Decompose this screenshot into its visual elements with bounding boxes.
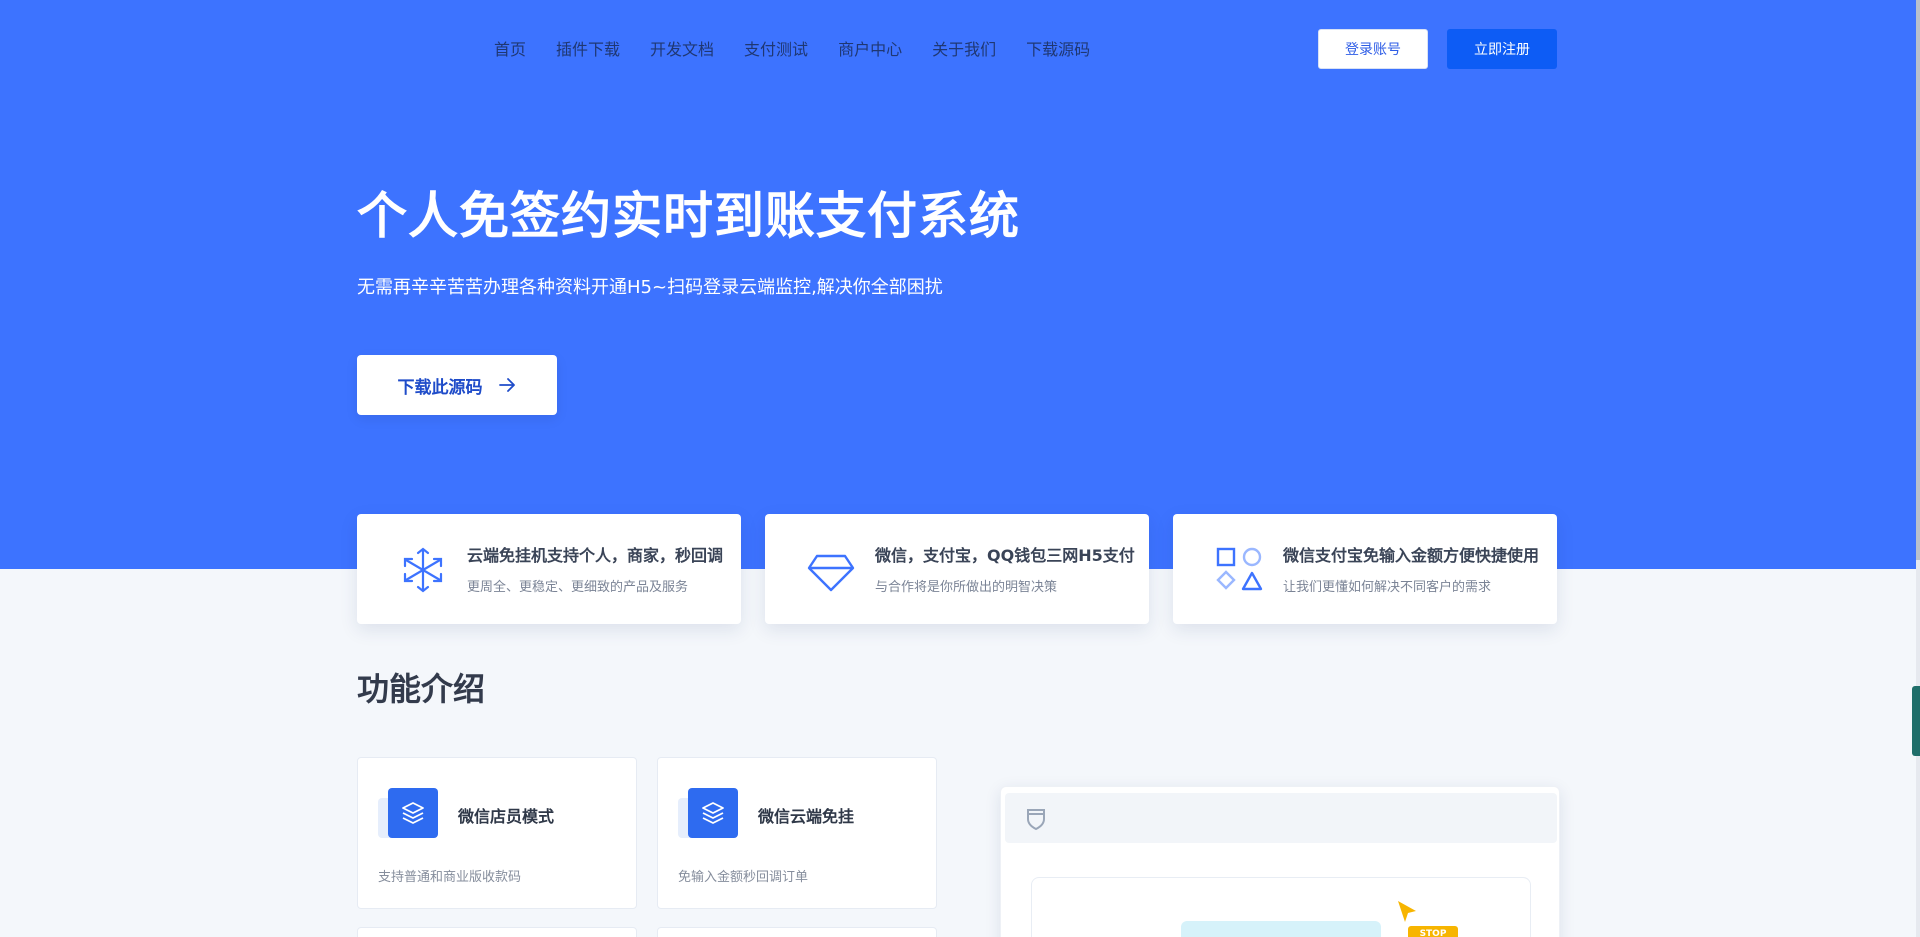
feature-desc: 与合作将是你所做出的明智决策 bbox=[875, 580, 1058, 595]
arrow-right-icon bbox=[498, 378, 515, 392]
preview-block bbox=[1181, 921, 1381, 937]
nav-link-source[interactable]: 下载源码 bbox=[1026, 36, 1090, 60]
function-card-partial bbox=[357, 927, 637, 937]
feature-card-no-amount: 微信支付宝免输入金额方便快捷使用 让我们更懂如何解决不同客户的需求 bbox=[1173, 514, 1557, 624]
register-button[interactable]: 立即注册 bbox=[1447, 29, 1557, 69]
preview-toolbar bbox=[1005, 793, 1557, 843]
cursor-icon bbox=[1398, 901, 1416, 922]
nav-link-merchant[interactable]: 商户中心 bbox=[838, 36, 902, 60]
feature-card-payment: 微信，支付宝，QQ钱包三网H5支付 与合作将是你所做出的明智决策 bbox=[765, 514, 1149, 624]
login-button[interactable]: 登录账号 bbox=[1318, 29, 1428, 69]
download-source-button[interactable]: 下载此源码 bbox=[357, 355, 557, 415]
page-scrollbar[interactable] bbox=[1916, 0, 1920, 937]
nav-links: 首页 插件下载 开发文档 支付测试 商户中心 关于我们 下载源码 bbox=[494, 36, 1120, 60]
feature-card-cloud: 云端免挂机支持个人，商家，秒回调 更周全、更稳定、更细致的产品及服务 bbox=[357, 514, 741, 624]
diamond-icon bbox=[807, 554, 855, 592]
stop-badge: STOP bbox=[1408, 926, 1458, 937]
feature-title: 微信支付宝免输入金额方便快捷使用 bbox=[1283, 546, 1540, 565]
preview-illustration: STOP bbox=[1000, 786, 1560, 937]
feature-desc: 更周全、更稳定、更细致的产品及服务 bbox=[467, 580, 689, 595]
nav-link-docs[interactable]: 开发文档 bbox=[650, 36, 714, 60]
scrollbar-thumb[interactable] bbox=[1916, 0, 1920, 560]
snowflake-icon bbox=[403, 547, 443, 593]
feature-title: 微信，支付宝，QQ钱包三网H5支付 bbox=[875, 546, 1135, 565]
top-navigation: 首页 插件下载 开发文档 支付测试 商户中心 关于我们 下载源码 登录账号 立即… bbox=[0, 0, 1920, 98]
hero-subtitle: 无需再辛辛苦苦办理各种资料开通H5~扫码登录云端监控,解决你全部困扰 bbox=[357, 277, 943, 298]
badge bbox=[388, 788, 438, 838]
side-tab[interactable] bbox=[1912, 686, 1920, 756]
download-source-label: 下载此源码 bbox=[397, 377, 483, 398]
nav-link-home[interactable]: 首页 bbox=[494, 36, 526, 60]
function-title: 微信云端免挂 bbox=[758, 807, 855, 826]
nav-link-about[interactable]: 关于我们 bbox=[932, 36, 996, 60]
shield-icon bbox=[1027, 809, 1045, 831]
section-title: 功能介绍 bbox=[357, 670, 486, 708]
badge bbox=[688, 788, 738, 838]
layers-icon bbox=[702, 802, 724, 824]
function-desc: 支持普通和商业版收款码 bbox=[378, 870, 522, 885]
shapes-icon bbox=[1216, 547, 1263, 591]
nav-link-plugins[interactable]: 插件下载 bbox=[556, 36, 620, 60]
hero-title: 个人免签约实时到账支付系统 bbox=[357, 187, 1020, 245]
function-card-partial bbox=[657, 927, 937, 937]
function-card-cloud-free[interactable]: 微信云端免挂 免输入金额秒回调订单 bbox=[657, 757, 937, 909]
function-card-clerk-mode[interactable]: 微信店员模式 支持普通和商业版收款码 bbox=[357, 757, 637, 909]
layers-icon bbox=[402, 802, 424, 824]
function-title: 微信店员模式 bbox=[458, 807, 555, 826]
function-desc: 免输入金额秒回调订单 bbox=[678, 870, 809, 885]
feature-title: 云端免挂机支持个人，商家，秒回调 bbox=[467, 546, 724, 565]
nav-link-pay-test[interactable]: 支付测试 bbox=[744, 36, 808, 60]
feature-desc: 让我们更懂如何解决不同客户的需求 bbox=[1283, 580, 1492, 595]
